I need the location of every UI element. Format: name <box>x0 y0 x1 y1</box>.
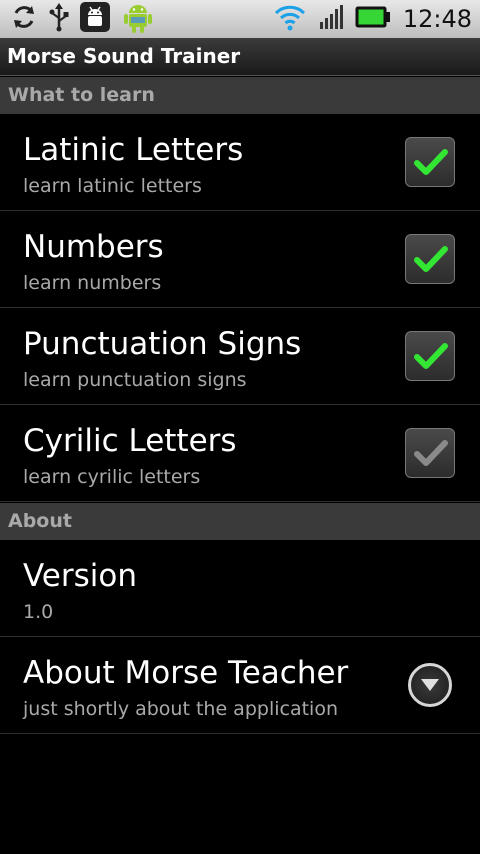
pref-title: Punctuation Signs <box>23 326 302 362</box>
section-title: What to learn <box>8 84 155 106</box>
latinic-letters-checkbox[interactable] <box>405 137 455 187</box>
notification-icons <box>10 0 156 38</box>
pref-title: About Morse Teacher <box>23 655 349 691</box>
title-bar: Morse Sound Trainer <box>0 38 480 76</box>
section-header-about: About <box>0 503 480 540</box>
usb-icon <box>48 2 70 36</box>
pref-version[interactable]: Version 1.0 <box>0 540 480 637</box>
pref-latinic-letters[interactable]: Latinic Letters learn latinic letters <box>0 114 480 211</box>
pref-summary: just shortly about the application <box>23 698 338 720</box>
pref-summary: 1.0 <box>23 601 54 623</box>
cyrilic-letters-checkbox[interactable] <box>405 428 455 478</box>
pref-title: Numbers <box>23 229 164 265</box>
checkmark-icon <box>414 343 448 369</box>
android-debug-icon <box>80 2 110 36</box>
about-dropdown-button[interactable] <box>408 663 452 707</box>
system-icons: 12:48 <box>273 3 472 35</box>
checkmark-icon <box>414 149 448 175</box>
section-title: About <box>8 510 72 532</box>
pref-summary: learn cyrilic letters <box>23 466 201 488</box>
pref-title: Version <box>23 558 137 594</box>
pref-title: Cyrilic Letters <box>23 423 237 459</box>
wifi-icon <box>273 3 307 35</box>
numbers-checkbox[interactable] <box>405 234 455 284</box>
pref-title: Latinic Letters <box>23 132 244 168</box>
pref-cyrilic-letters[interactable]: Cyrilic Letters learn cyrilic letters <box>0 405 480 502</box>
pref-summary: learn numbers <box>23 272 162 294</box>
pref-about-morse-teacher[interactable]: About Morse Teacher just shortly about t… <box>0 637 480 734</box>
android-robot-icon <box>120 0 156 38</box>
chevron-down-icon <box>421 679 439 691</box>
section-header-what-to-learn: What to learn <box>0 77 480 114</box>
pref-punctuation-signs[interactable]: Punctuation Signs learn punctuation sign… <box>0 308 480 405</box>
battery-icon <box>355 6 391 32</box>
sync-icon <box>10 3 38 35</box>
app-title: Morse Sound Trainer <box>7 44 241 68</box>
signal-icon <box>319 4 343 34</box>
clock: 12:48 <box>402 5 472 33</box>
checkmark-icon <box>414 440 448 466</box>
status-bar: 12:48 <box>0 0 480 38</box>
checkmark-icon <box>414 246 448 272</box>
pref-summary: learn punctuation signs <box>23 369 247 391</box>
punctuation-signs-checkbox[interactable] <box>405 331 455 381</box>
pref-numbers[interactable]: Numbers learn numbers <box>0 211 480 308</box>
pref-summary: learn latinic letters <box>23 175 202 197</box>
